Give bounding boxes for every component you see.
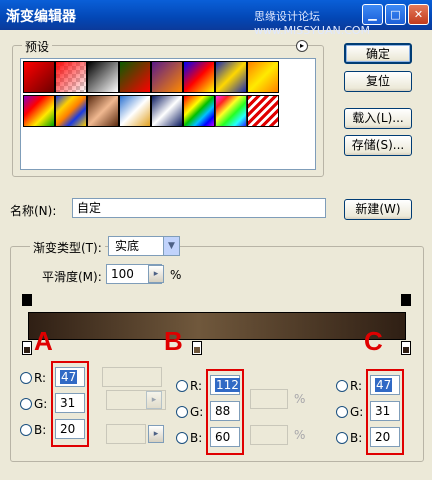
gradient-type-value: 实底 [115,239,140,253]
g-label-left: G: [34,397,48,411]
percent-label: % [294,428,306,442]
opacity-stop-left[interactable] [22,294,32,306]
preset-swatch[interactable] [87,95,119,127]
reset-button[interactable]: 复位 [344,71,412,92]
color-stop-middle[interactable] [192,341,202,355]
name-label: 名称(N): [10,204,57,218]
preset-swatch[interactable] [55,61,87,93]
preset-swatch[interactable] [151,95,183,127]
highlight-box-left [51,361,89,447]
smoothness-arrow-icon[interactable]: ▸ [148,265,164,283]
radio-g-mid[interactable] [176,406,188,418]
ok-button[interactable]: 确定 [344,43,412,64]
chevron-down-icon[interactable]: ▼ [163,237,179,255]
preset-swatch[interactable] [119,95,151,127]
g-label-right: G: [350,405,364,419]
preset-swatch[interactable] [215,61,247,93]
location-arrow-icon[interactable]: ▸ [148,425,164,443]
r-label-right: R: [350,379,363,393]
name-field[interactable]: 自定 [72,198,326,218]
preset-swatch[interactable] [87,61,119,93]
radio-b-right[interactable] [336,432,348,444]
preset-swatches: ▲ ▼ [20,58,316,170]
annotation-a: A [34,326,53,356]
preset-swatch[interactable] [55,95,87,127]
preset-swatch[interactable] [183,61,215,93]
smoothness-label: 平滑度(M): [42,270,102,284]
disabled-field [250,425,288,445]
disabled-arrow-icon: ▸ [146,391,162,409]
maximize-icon[interactable]: □ [385,4,406,25]
radio-g-left[interactable] [20,398,32,410]
radio-r-right[interactable] [336,380,348,392]
radio-g-right[interactable] [336,406,348,418]
highlight-box-mid [206,369,244,455]
gradient-type-label: 渐变类型(T): [30,239,105,256]
radio-b-mid[interactable] [176,432,188,444]
disabled-field [102,367,162,387]
radio-r-left[interactable] [20,372,32,384]
save-button[interactable]: 存储(S)... [344,135,412,156]
preset-swatch[interactable] [247,61,279,93]
radio-b-left[interactable] [20,424,32,436]
disabled-field [106,424,146,444]
radio-r-mid[interactable] [176,380,188,392]
presets-label: 预设 [22,38,53,55]
load-button[interactable]: 载入(L)... [344,108,412,129]
window-title: 渐变编辑器 [6,9,76,25]
preset-swatch[interactable] [247,95,279,127]
r-label-left: R: [34,371,47,385]
opacity-stop-right[interactable] [401,294,411,306]
preset-swatch[interactable] [119,61,151,93]
g-label-mid: G: [190,405,204,419]
r-label-mid: R: [190,379,203,393]
annotation-b: B [164,326,183,356]
title-bar: 渐变编辑器 思缘设计论坛 www.MISSYUAN.COM ▁ □ ✕ [0,0,432,37]
preset-swatch[interactable] [23,95,55,127]
preset-swatch[interactable] [215,95,247,127]
percent-label: % [294,392,306,406]
new-button[interactable]: 新建(W) [344,199,412,220]
color-stop-left[interactable] [22,341,32,355]
b-label-mid: B: [190,431,203,445]
color-stop-right[interactable] [401,341,411,355]
minimize-icon[interactable]: ▁ [362,4,383,25]
preset-swatch[interactable] [151,61,183,93]
gradient-type-select[interactable]: 实底 ▼ [108,236,180,256]
b-label-left: B: [34,423,47,437]
smoothness-unit: % [170,268,182,282]
presets-menu-icon[interactable]: ▸ [296,40,308,52]
annotation-c: C [364,326,383,356]
close-icon[interactable]: ✕ [408,4,429,25]
highlight-box-right [366,369,404,455]
preset-swatch[interactable] [183,95,215,127]
gradient-preview-bar[interactable] [28,312,406,340]
disabled-field [250,389,288,409]
preset-swatch[interactable] [23,61,55,93]
b-label-right: B: [350,431,363,445]
